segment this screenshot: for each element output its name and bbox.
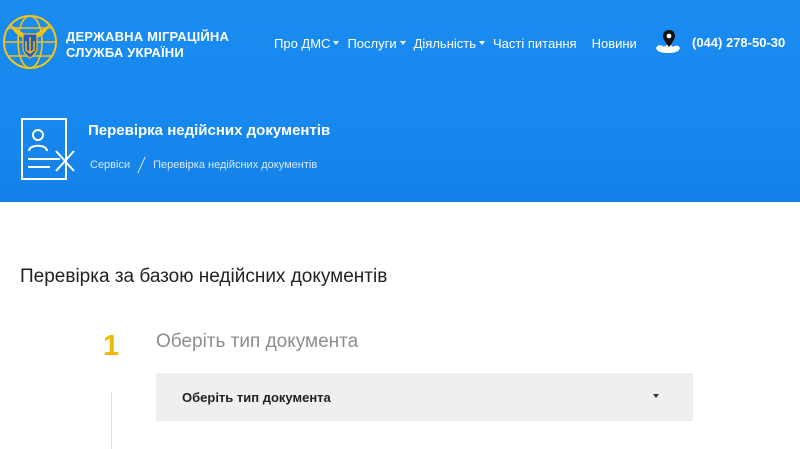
location-pin-icon[interactable] bbox=[654, 28, 682, 56]
organization-name[interactable]: ДЕРЖАВНА МІГРАЦІЙНА СЛУЖБА УКРАЇНИ bbox=[66, 29, 229, 61]
top-bar: ДЕРЖАВНА МІГРАЦІЙНА СЛУЖБА УКРАЇНИ Про Д… bbox=[0, 0, 800, 86]
nav-label: Діяльність bbox=[413, 35, 476, 51]
chevron-down-icon bbox=[653, 394, 659, 398]
breadcrumb-item-services[interactable]: Сервіси bbox=[90, 159, 130, 171]
breadcrumb-separator bbox=[137, 156, 146, 174]
nav-label: Послуги bbox=[347, 35, 397, 51]
step-title: Оберіть тип документа bbox=[156, 331, 359, 352]
select-value: Оберіть тип документа bbox=[182, 389, 331, 405]
chevron-down-icon bbox=[333, 41, 340, 45]
nav-item-activity[interactable]: Діяльність bbox=[414, 36, 485, 51]
nav-label: Часті питання bbox=[493, 35, 577, 51]
breadcrumb-item-current: Перевірка недійсних документів bbox=[153, 159, 318, 171]
section-heading: Перевірка за базою недійсних документів bbox=[20, 266, 388, 287]
nav-item-services[interactable]: Послуги bbox=[347, 35, 406, 51]
phone-number[interactable]: (044) 278-50-30 bbox=[692, 35, 785, 50]
org-name-line1: ДЕРЖАВНА МІГРАЦІЙНА bbox=[66, 29, 230, 44]
step-number: 1 bbox=[103, 330, 120, 362]
document-type-select[interactable]: Оберіть тип документа bbox=[156, 373, 693, 421]
main-navigation: Про ДМС Послуги Діяльність Часті питання… bbox=[274, 35, 645, 51]
org-name-line2: СЛУЖБА УКРАЇНИ bbox=[66, 45, 184, 60]
coat-of-arms-logo[interactable] bbox=[2, 6, 58, 72]
nav-label: Новини bbox=[591, 35, 637, 51]
nav-item-news[interactable]: Новини bbox=[592, 36, 637, 51]
chevron-down-icon bbox=[479, 41, 485, 45]
nav-item-faq[interactable]: Часті питання bbox=[493, 36, 577, 51]
page-title: Перевірка недійсних документів bbox=[88, 122, 331, 139]
breadcrumb: Сервіси Перевірка недійсних документів bbox=[90, 156, 317, 174]
chevron-down-icon bbox=[399, 41, 406, 45]
document-cross-icon bbox=[21, 118, 75, 180]
nav-label: Про ДМС bbox=[274, 35, 331, 51]
step-connector-line bbox=[111, 392, 112, 449]
nav-item-about[interactable]: Про ДМС bbox=[274, 35, 340, 51]
